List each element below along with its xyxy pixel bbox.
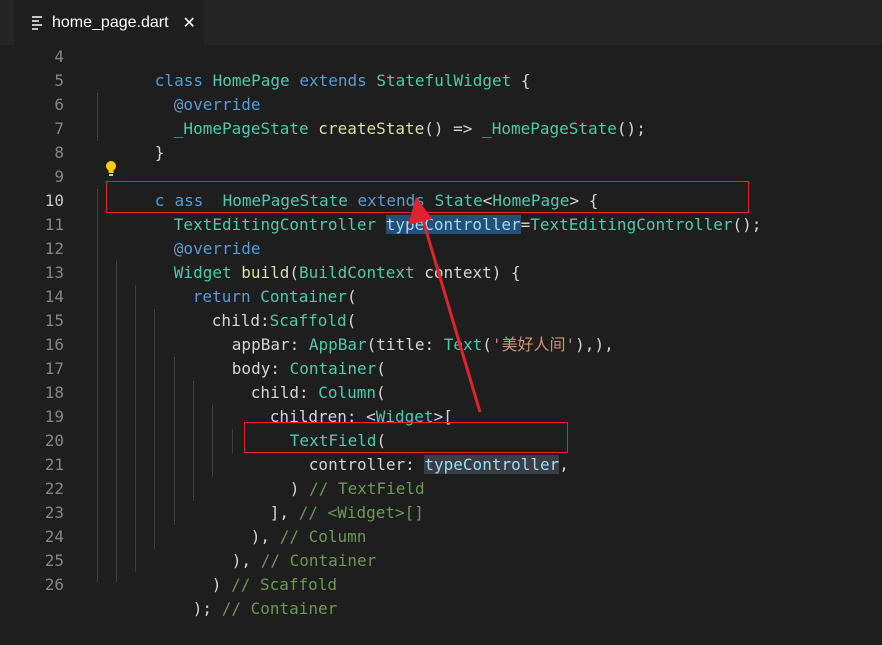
tab-home-page-dart[interactable]: home_page.dart ✕ [14,0,204,45]
tab-bar: home_page.dart ✕ [0,0,882,45]
tab-filename: home_page.dart [52,13,169,31]
close-icon[interactable]: ✕ [183,13,196,33]
file-lines-icon [32,15,42,30]
code-editor[interactable]: 4 5 6 7 8 9 10 11 12 13 14 15 16 17 18 19 20 21 22 23 24 25 26… [0,45,882,618]
annotation-arrow [408,197,482,413]
